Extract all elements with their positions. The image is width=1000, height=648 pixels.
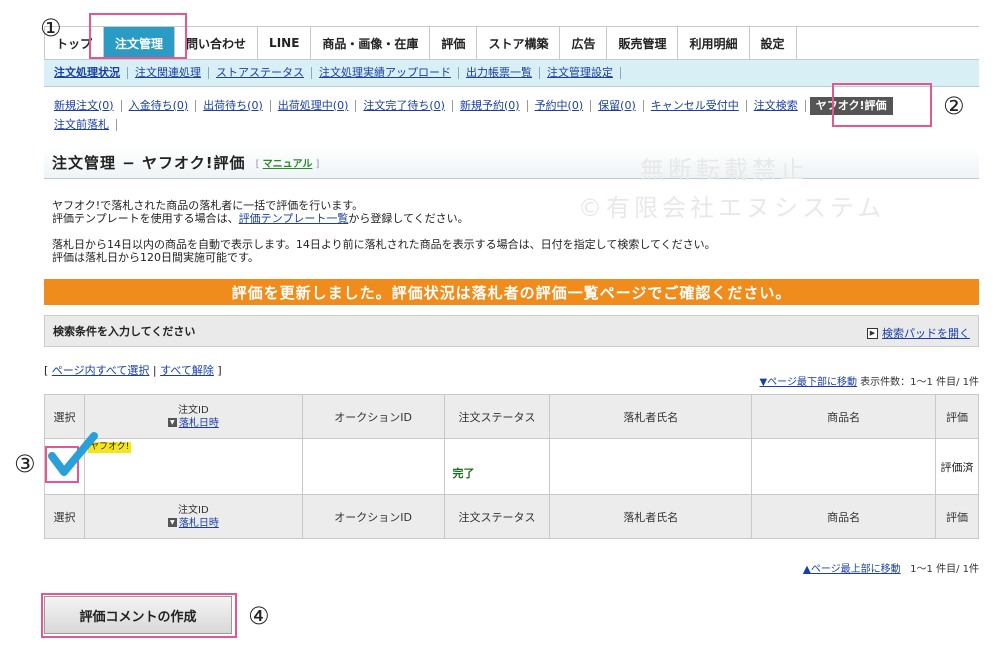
tab-settings[interactable]: 設定	[749, 27, 797, 60]
success-banner: 評価を更新しました。評価状況は落札者の評価一覧ページでご確認ください。	[44, 279, 979, 305]
select-all-link[interactable]: ページ内すべて選択	[52, 364, 150, 377]
col-order-id-footer-label: 注文ID	[178, 504, 209, 516]
col-order-status-footer: 注文ステータス	[443, 494, 551, 539]
description-line: ヤフオク!で落札された商品の落札者に一括で評価を行います。	[52, 199, 364, 212]
tab-products[interactable]: 商品・画像・在庫	[311, 27, 431, 60]
description-block-1: ヤフオク!で落札された商品の落札者に一括で評価を行います。 評価テンプレートを使…	[52, 199, 469, 225]
subnav-order-status[interactable]: 注文処理状況	[52, 67, 128, 79]
scroll-to-top-link[interactable]: ▲ページ最上部に移動	[803, 564, 901, 575]
col-order-status: 注文ステータス	[443, 394, 551, 439]
subnav-order-related[interactable]: 注文関連処理	[128, 67, 209, 79]
col-auction-id-footer: オークションID	[301, 494, 445, 539]
status-reserved[interactable]: 予約中(0)	[528, 99, 592, 112]
description-text: から登録してください。	[348, 212, 469, 225]
sort-down-icon: ▼	[167, 418, 177, 427]
table-footer-row: 選択 注文ID ▼ 落札日時 オークションID 注文ステータス 落札者氏名 商品名…	[44, 494, 980, 539]
annotation-4: ④	[248, 602, 270, 630]
result-count: 表示件数：1〜1 件目/ 1件	[860, 377, 979, 388]
checkmark-icon	[48, 432, 98, 476]
manual-link-wrapper: [ マニュアル ]	[255, 159, 320, 170]
annotation-1: ①	[40, 14, 62, 42]
triangle-right-icon: ▶	[867, 327, 878, 339]
description-block-2: 落札日から14日以内の商品を自動で表示します。14日より前に落札された商品を表示…	[52, 238, 716, 264]
col-select-footer: 選択	[44, 494, 85, 539]
description-text: 評価テンプレートを使用する場合は、	[52, 212, 239, 225]
tab-inquiries[interactable]: 問い合わせ	[175, 27, 259, 60]
status-new-orders[interactable]: 新規注文(0)	[52, 99, 122, 112]
sort-bid-date-label: 落札日時	[178, 417, 219, 429]
manual-link[interactable]: マニュアル	[263, 159, 313, 170]
result-count-bottom: 1〜1 件目/ 1件	[910, 564, 979, 575]
tab-ratings[interactable]: 評価	[430, 27, 478, 60]
col-bidder-name-footer: 落札者氏名	[549, 494, 753, 539]
status-on-hold[interactable]: 保留(0)	[591, 99, 644, 112]
col-order-id-footer: 注文ID ▼ 落札日時	[83, 494, 303, 539]
rating-status: 評価済	[940, 460, 974, 474]
scroll-to-bottom-link[interactable]: ▼ページ最下部に移動	[759, 377, 857, 388]
sort-down-icon: ▼	[167, 518, 177, 527]
status-pre-order-bids[interactable]: 注文前落札	[52, 118, 117, 131]
status-shipping[interactable]: 出荷処理中(0)	[271, 99, 357, 112]
sort-bid-date-footer-label: 落札日時	[178, 517, 219, 529]
col-product-name: 商品名	[751, 394, 936, 439]
tab-ads[interactable]: 広告	[560, 27, 608, 60]
selection-links: [ ページ内すべて選択 | すべて解除 ]	[44, 364, 222, 377]
col-auction-id: オークションID	[301, 394, 445, 439]
row-rating-cell: 評価済	[934, 438, 980, 495]
search-pad-toggle[interactable]: ▶ 検索パッドを開く	[867, 325, 970, 341]
row-product-cell	[751, 438, 936, 495]
rating-template-list-link[interactable]: 評価テンプレート一覧	[239, 212, 349, 225]
row-status-cell: 完了	[443, 438, 551, 495]
tab-sales[interactable]: 販売管理	[607, 27, 679, 60]
annotation-3: ③	[14, 450, 36, 478]
annotation-2: ②	[943, 92, 965, 120]
row-bidder-cell	[549, 438, 753, 495]
col-rating: 評価	[934, 394, 980, 439]
status-complete: 完了	[452, 467, 475, 480]
col-product-name-footer: 商品名	[751, 494, 936, 539]
pager-top: ▼ページ最下部に移動 表示件数：1〜1 件目/ 1件	[759, 373, 979, 388]
page-title: 注文管理 − ヤフオク!評価	[52, 154, 246, 172]
col-rating-footer: 評価	[934, 494, 980, 539]
page-title-bar: 注文管理 − ヤフオク!評価 [ マニュアル ]	[44, 147, 979, 179]
table-row: ヤフオク! 完了 評価済	[44, 438, 980, 495]
description-line: 落札日から14日以内の商品を自動で表示します。14日より前に落札された商品を表示…	[52, 238, 716, 251]
col-bidder-name: 落札者氏名	[549, 394, 753, 439]
sort-bid-date[interactable]: ▼ 落札日時	[85, 417, 302, 430]
tab-line[interactable]: LINE	[258, 27, 312, 60]
search-conditions-label: 検索条件を入力してください	[53, 325, 196, 338]
status-cancel-requests[interactable]: キャンセル受付中	[644, 99, 747, 112]
row-order-id-cell: ヤフオク!	[83, 438, 303, 495]
tab-billing[interactable]: 利用明細	[678, 27, 750, 60]
watermark-copyright: ©有限会社エヌシステム	[578, 194, 886, 222]
tab-store-build[interactable]: ストア構築	[477, 27, 561, 60]
pager-bottom: ▲ページ最上部に移動 1〜1 件目/ 1件	[803, 560, 979, 575]
subnav-order-settings[interactable]: 注文管理設定	[540, 67, 621, 79]
status-new-reservations[interactable]: 新規予約(0)	[453, 99, 528, 112]
sort-bid-date-footer[interactable]: ▼ 落札日時	[85, 517, 302, 530]
highlight-yahuoku-rating	[832, 83, 932, 127]
status-awaiting-complete[interactable]: 注文完了待ち(0)	[356, 99, 453, 112]
watermark-notice: 無断転載禁止	[640, 156, 808, 184]
status-awaiting-payment[interactable]: 入金待ち(0)	[122, 99, 197, 112]
description-line: 評価は落札日から120日間実施可能です。	[52, 251, 259, 264]
search-conditions-bar: 検索条件を入力してください ▶ 検索パッドを開く	[44, 315, 979, 347]
highlight-create-button	[41, 593, 237, 638]
nav-filler	[796, 27, 979, 60]
col-order-id-label: 注文ID	[178, 404, 209, 416]
description-line: 評価テンプレートを使用する場合は、評価テンプレート一覧から登録してください。	[52, 212, 469, 225]
row-auction-id-cell	[301, 438, 445, 495]
clear-all-link[interactable]: すべて解除	[160, 364, 214, 377]
col-order-id: 注文ID ▼ 落札日時	[83, 394, 303, 439]
highlight-tab-order-management	[89, 13, 187, 59]
subnav-store-status[interactable]: ストアステータス	[209, 67, 312, 79]
status-awaiting-shipping[interactable]: 出荷待ち(0)	[196, 99, 271, 112]
search-pad-toggle-label: 検索パッドを開く	[882, 327, 970, 340]
subnav-upload[interactable]: 注文処理実績アップロード	[312, 67, 459, 79]
table-header-row: 選択 注文ID ▼ 落札日時 オークションID 注文ステータス 落札者氏名 商品名…	[44, 394, 980, 439]
auction-order-table: 選択 注文ID ▼ 落札日時 オークションID 注文ステータス 落札者氏名 商品名…	[44, 394, 980, 539]
subnav-output-forms[interactable]: 出力帳票一覧	[459, 67, 540, 79]
status-order-search[interactable]: 注文検索	[747, 99, 806, 112]
